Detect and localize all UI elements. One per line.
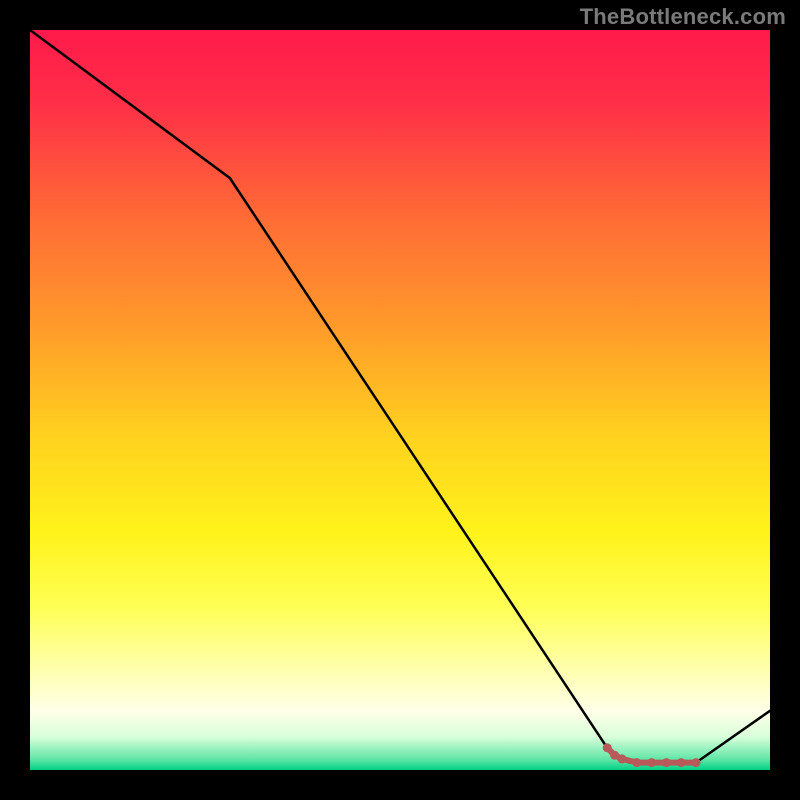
- gradient-background: [30, 30, 770, 770]
- plot-area: [30, 30, 770, 770]
- watermark-text: TheBottleneck.com: [580, 4, 786, 30]
- chart-svg: [30, 30, 770, 770]
- chart-frame: TheBottleneck.com: [0, 0, 800, 800]
- optimal-marker-dot: [618, 754, 627, 763]
- optimal-marker-dot: [677, 758, 686, 767]
- optimal-marker-dot: [603, 743, 612, 752]
- optimal-marker-dot: [647, 758, 656, 767]
- optimal-marker-dot: [662, 758, 671, 767]
- optimal-marker-dot: [632, 758, 641, 767]
- optimal-marker-dot: [692, 758, 701, 767]
